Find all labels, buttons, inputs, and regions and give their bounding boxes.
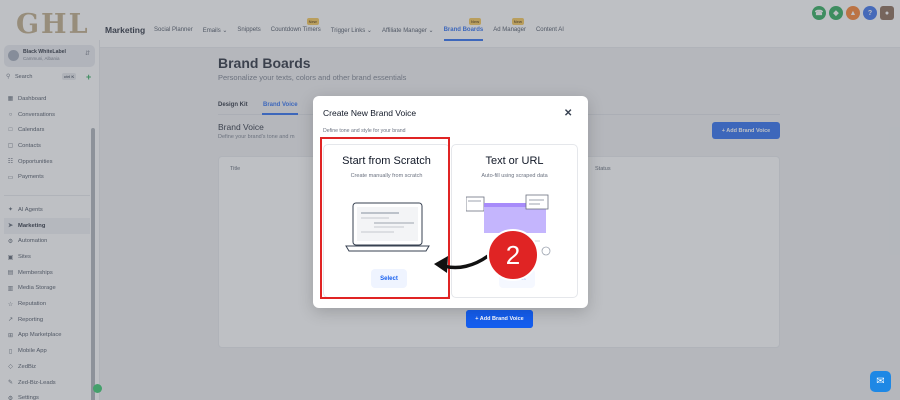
step-number-badge: 2 bbox=[487, 229, 539, 281]
pointer-arrow-icon bbox=[434, 254, 490, 273]
option-title: Text or URL bbox=[485, 155, 544, 167]
option-description: Auto-fill using scraped data bbox=[481, 173, 548, 179]
chat-widget-icon[interactable]: ✉ bbox=[870, 371, 891, 392]
empty-state-add-brand-voice-button-visible[interactable]: + Add Brand Voice bbox=[466, 310, 533, 328]
modal-title: Create New Brand Voice bbox=[323, 108, 417, 118]
close-icon[interactable]: ✕ bbox=[564, 108, 572, 119]
modal-subtitle: Define tone and style for your brand bbox=[323, 128, 406, 134]
